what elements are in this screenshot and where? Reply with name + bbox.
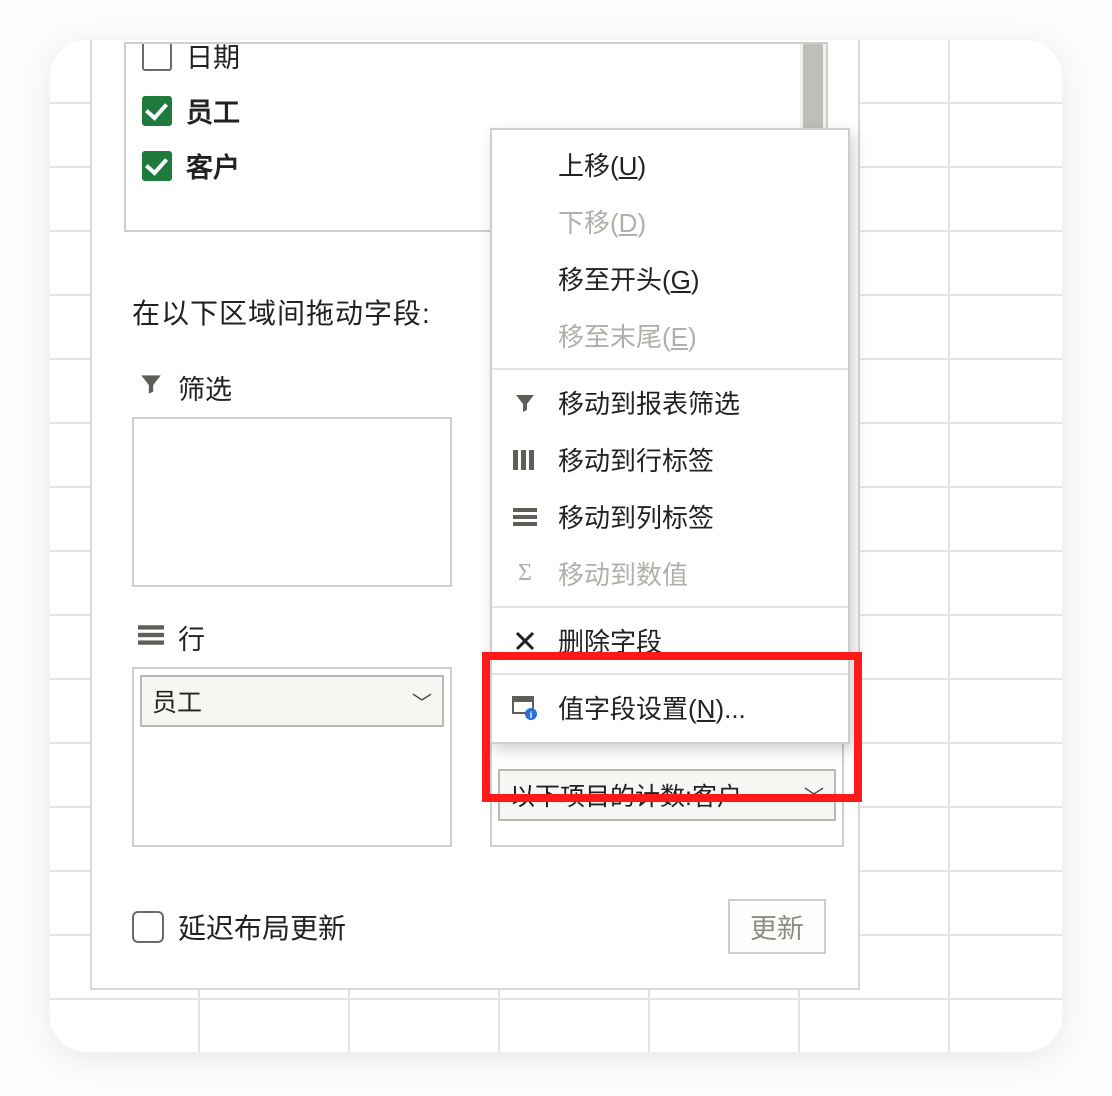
update-button[interactable]: 更新: [728, 899, 826, 954]
field-label: 员工: [186, 91, 240, 130]
chip-label: 员工: [152, 683, 202, 719]
filters-dropzone[interactable]: [132, 417, 452, 587]
area-label: 行: [178, 618, 205, 657]
menu-separator: [492, 368, 848, 370]
funnel-icon: [138, 371, 164, 404]
card-frame: // will be filled by markup below — fall…: [50, 40, 1062, 1052]
menu-to-report-filter[interactable]: 移动到报表筛选: [492, 374, 848, 431]
chevron-down-icon: ﹀: [804, 781, 824, 810]
context-menu: 上移(U) 下移(D) 移至开头(G) 移至末尾(E) 移动到报表筛选 移动到行…: [490, 128, 850, 744]
defer-label: 延迟布局更新: [178, 907, 346, 947]
rows-dropzone[interactable]: 员工 ﹀: [132, 667, 452, 847]
field-item-date[interactable]: 日期: [142, 42, 810, 83]
drag-areas-label: 在以下区域间拖动字段:: [132, 292, 431, 332]
menu-move-end: 移至末尾(E): [492, 307, 848, 364]
menu-separator: [492, 673, 848, 675]
checkbox-checked-icon[interactable]: [142, 96, 172, 126]
menu-move-up[interactable]: 上移(U): [492, 136, 848, 193]
checkbox-unchecked-icon[interactable]: [142, 42, 172, 71]
svg-text:i: i: [530, 710, 533, 720]
chevron-down-icon: ﹀: [412, 687, 432, 716]
menu-value-field-settings[interactable]: i 值字段设置(N)...: [492, 679, 848, 736]
row-labels-icon: [510, 449, 540, 471]
values-field-chip[interactable]: 以下项目的计数:客户 ﹀: [498, 769, 836, 821]
funnel-icon: [510, 391, 540, 415]
menu-move-down: 下移(D): [492, 193, 848, 250]
field-label: 日期: [186, 42, 240, 75]
rows-icon: [138, 622, 164, 653]
defer-layout-checkbox[interactable]: 延迟布局更新: [132, 907, 346, 947]
menu-move-begin[interactable]: 移至开头(G): [492, 250, 848, 307]
area-label: 筛选: [178, 368, 232, 407]
rows-field-chip[interactable]: 员工 ﹀: [140, 675, 444, 727]
checkbox-checked-icon[interactable]: [142, 151, 172, 181]
x-icon: [510, 630, 540, 652]
chip-label: 以下项目的计数:客户: [510, 777, 742, 813]
area-rows: 行 员工 ﹀: [132, 612, 452, 847]
menu-to-values: Σ 移动到数值: [492, 545, 848, 602]
sigma-icon: Σ: [510, 560, 540, 587]
field-label: 客户: [186, 146, 240, 185]
area-filters: 筛选: [132, 362, 452, 587]
pane-footer: 延迟布局更新 更新: [132, 899, 826, 954]
column-labels-icon: [510, 507, 540, 527]
menu-to-row-labels[interactable]: 移动到行标签: [492, 431, 848, 488]
field-settings-icon: i: [510, 696, 540, 720]
checkbox-unchecked-icon[interactable]: [132, 911, 164, 943]
menu-remove-field[interactable]: 删除字段: [492, 612, 848, 669]
menu-separator: [492, 606, 848, 608]
menu-to-column-labels[interactable]: 移动到列标签: [492, 488, 848, 545]
